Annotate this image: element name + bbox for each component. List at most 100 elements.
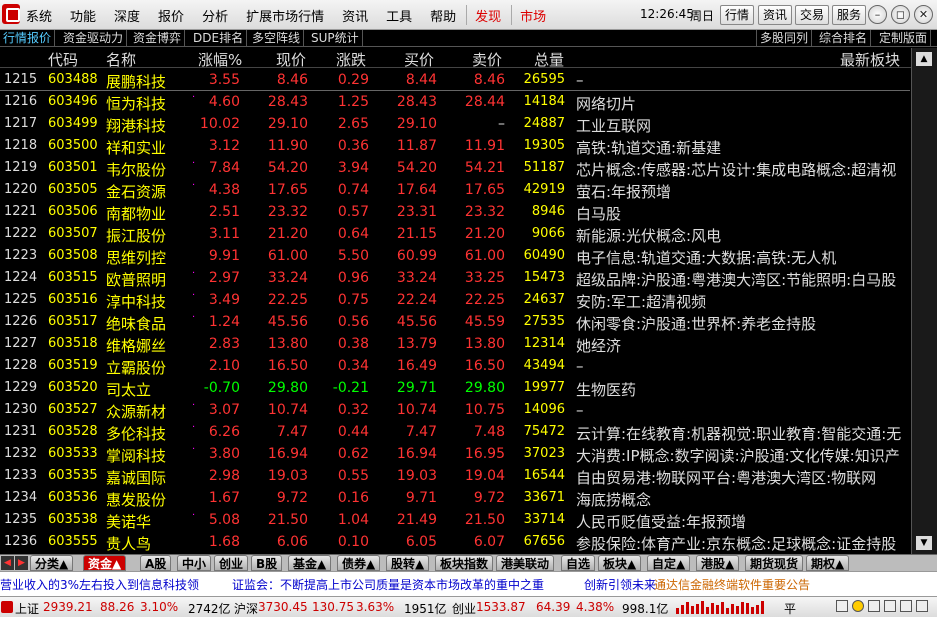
menu-item-tools[interactable]: 工具: [386, 6, 412, 25]
menu-item-depth[interactable]: 深度: [114, 6, 140, 25]
tab-prev-icon[interactable]: ◀: [1, 556, 14, 570]
category-tab[interactable]: 板块指数: [435, 555, 494, 571]
menu-item-discover[interactable]: 发现: [475, 6, 501, 25]
category-tab[interactable]: 期货现货: [745, 555, 804, 571]
category-tab[interactable]: 资金▲: [83, 555, 127, 571]
menu-item-help[interactable]: 帮助: [430, 6, 456, 25]
table-row[interactable]: 1218 603500 祥和实业 3.12 11.90 0.36 11.87 11.91 193…: [0, 136, 910, 158]
table-row[interactable]: 1225 603516 淳中科技 · 3.49 22.25 0.75 22.24 22.25 24…: [0, 290, 910, 312]
tab-composite-rank[interactable]: 综合排名: [816, 30, 872, 47]
col-price[interactable]: 现价: [276, 49, 306, 70]
table-row[interactable]: 1228 603519 立霸股份 2.10 16.50 0.34 16.49 16.50 434…: [0, 356, 910, 378]
category-tab[interactable]: 分类▲: [30, 555, 74, 571]
stock-code: 603501: [48, 160, 98, 175]
table-row[interactable]: 1226 603517 绝味食品 · 1.24 45.56 0.56 45.56 45.59 27…: [0, 312, 910, 334]
table-row[interactable]: 1233 603535 嘉诚国际 2.98 19.03 0.55 19.03 19.04 165…: [0, 466, 910, 488]
table-row[interactable]: 1219 603501 韦尔股份 · 7.84 54.20 3.94 54.20 54.21 51…: [0, 158, 910, 180]
category-tab[interactable]: 自定▲: [647, 555, 691, 571]
table-row[interactable]: 1216 603496 恒为科技 · 4.60 28.43 1.25 28.43 28.44 14…: [0, 92, 910, 114]
settings-icon[interactable]: [900, 600, 912, 612]
table-row[interactable]: 1229 603520 司太立 -0.70 29.80 -0.21 29.71 29.80 19…: [0, 378, 910, 400]
news-notice[interactable]: 通达信金融终端软件重要公告: [654, 576, 810, 593]
table-row[interactable]: 1222 603507 振江股份 3.11 21.20 0.64 21.15 21.20 906…: [0, 224, 910, 246]
window-icon[interactable]: [868, 600, 880, 612]
tab-fund-drive[interactable]: 资金驱动力: [60, 30, 128, 47]
quote-button[interactable]: 行情: [720, 5, 755, 25]
minimize-icon[interactable]: –: [868, 5, 887, 24]
table-row[interactable]: 1234 603536 惠发股份 1.67 9.72 0.16 9.71 9.72 33671 海…: [0, 488, 910, 510]
table-row[interactable]: 1223 603508 思维列控 9.91 61.00 5.50 60.99 61.00 604…: [0, 246, 910, 268]
col-bid[interactable]: 买价: [404, 49, 434, 70]
table-row[interactable]: 1227 603518 维格娜丝 2.83 13.80 0.38 13.79 13.80 123…: [0, 334, 910, 356]
tab-fund-game[interactable]: 资金博弈: [130, 30, 186, 47]
table-row[interactable]: 1220 603505 金石资源 · 4.38 17.65 0.74 17.64 17.65 42…: [0, 180, 910, 202]
table-row[interactable]: 1235 603538 美诺华 · 5.08 21.50 1.04 21.49 21.50 337…: [0, 510, 910, 532]
tab-quotes[interactable]: 行情报价: [0, 30, 56, 47]
tab-long-short[interactable]: 多空阵线: [249, 30, 305, 47]
menu-item-info[interactable]: 资讯: [342, 6, 368, 25]
col-pct[interactable]: 涨幅%: [198, 49, 242, 70]
col-sector[interactable]: 最新板块: [840, 49, 900, 70]
table-row[interactable]: 1231 603528 多伦科技 · 6.26 7.47 0.44 7.47 7.48 75472…: [0, 422, 910, 444]
news-item[interactable]: 营业收入的3%左右投入到信息科技领: [0, 576, 199, 593]
layout-icon[interactable]: [836, 600, 848, 612]
total-volume: 15473: [523, 270, 565, 285]
latest-sector: 休闲零食:沪股通:世界杯:养老金持股: [576, 315, 817, 333]
news-item[interactable]: 证监会：不断提高上市公司质量是资本市场改革的重中之重: [232, 576, 544, 593]
menu-item-ext-market[interactable]: 扩展市场行情: [246, 6, 324, 25]
change-percent: 3.55: [208, 72, 240, 88]
table-row[interactable]: 1232 603533 掌阅科技 · 3.80 16.94 0.62 16.94 16.95 37…: [0, 444, 910, 466]
table-row[interactable]: 1221 603506 南都物业 2.51 23.32 0.57 23.31 23.32 894…: [0, 202, 910, 224]
total-volume: 33714: [523, 512, 565, 527]
tab-multi-stock[interactable]: 多股同列: [756, 30, 813, 47]
scroll-down-icon[interactable]: ▼: [916, 536, 932, 550]
col-code[interactable]: 代码: [48, 49, 78, 70]
menu-item-function[interactable]: 功能: [70, 6, 96, 25]
cy-label: 创业: [452, 602, 477, 616]
trade-button[interactable]: 交易: [795, 5, 830, 25]
category-tab[interactable]: 自选: [561, 555, 596, 571]
col-ask[interactable]: 卖价: [472, 49, 502, 70]
grid-icon[interactable]: [884, 600, 896, 612]
table-row[interactable]: 1236 603555 贵人鸟 1.68 6.06 0.10 6.05 6.07 67656 参股…: [0, 532, 910, 554]
alert-icon[interactable]: [852, 600, 864, 612]
total-volume: 42919: [523, 182, 565, 197]
restore-icon[interactable]: ◻: [891, 5, 910, 24]
info-button[interactable]: 资讯: [758, 5, 793, 25]
current-price: 29.80: [267, 380, 308, 396]
close-icon[interactable]: ✕: [914, 5, 933, 24]
tab-next-icon[interactable]: ▶: [15, 556, 28, 570]
category-tab[interactable]: 港美联动: [496, 555, 555, 571]
col-change[interactable]: 涨跌: [336, 49, 366, 70]
category-tab[interactable]: B股: [251, 555, 283, 571]
category-tab[interactable]: 板块▲: [598, 555, 642, 571]
tab-custom-layout[interactable]: 定制版面: [876, 30, 932, 47]
scroll-up-icon[interactable]: ▲: [916, 52, 932, 66]
category-tab[interactable]: A股: [140, 555, 172, 571]
menu-item-market[interactable]: 市场: [520, 6, 546, 25]
table-row[interactable]: 1230 603527 众源新材 · 3.07 10.74 0.32 10.74 10.75 14…: [0, 400, 910, 422]
table-row[interactable]: 1217 603499 翔港科技 10.02 29.10 2.65 29.10 – 24887 工…: [0, 114, 910, 136]
tab-dde-rank[interactable]: DDE排名: [190, 30, 248, 47]
stock-code: 603520: [48, 380, 98, 395]
vertical-scrollbar[interactable]: ▲ ▼: [911, 48, 937, 554]
lock-icon[interactable]: [916, 600, 928, 612]
menu-item-quote[interactable]: 报价: [158, 6, 184, 25]
category-tab[interactable]: 股转▲: [386, 555, 430, 571]
table-row[interactable]: 1215 603488 展鹏科技 3.55 8.46 0.29 8.44 8.46 26595–: [0, 70, 910, 92]
category-tab[interactable]: 创业: [214, 555, 249, 571]
col-volume[interactable]: 总量: [534, 49, 564, 70]
category-tab[interactable]: 债券▲: [337, 555, 381, 571]
news-item[interactable]: 创新引领未来: [584, 576, 656, 593]
table-row[interactable]: 1224 603515 欧普照明 · 2.97 33.24 0.96 33.24 33.25 15…: [0, 268, 910, 290]
menu-item-system[interactable]: 系统: [26, 6, 52, 25]
latest-sector: 萤石:年报预增: [576, 183, 672, 201]
category-tab[interactable]: 中小: [177, 555, 212, 571]
col-name[interactable]: 名称: [106, 49, 136, 70]
category-tab[interactable]: 基金▲: [288, 555, 332, 571]
tab-sup-stats[interactable]: SUP统计: [308, 30, 363, 47]
category-tab[interactable]: 港股▲: [696, 555, 740, 571]
service-button[interactable]: 服务: [832, 5, 867, 25]
category-tab[interactable]: 期权▲: [806, 555, 850, 571]
menu-item-analysis[interactable]: 分析: [202, 6, 228, 25]
